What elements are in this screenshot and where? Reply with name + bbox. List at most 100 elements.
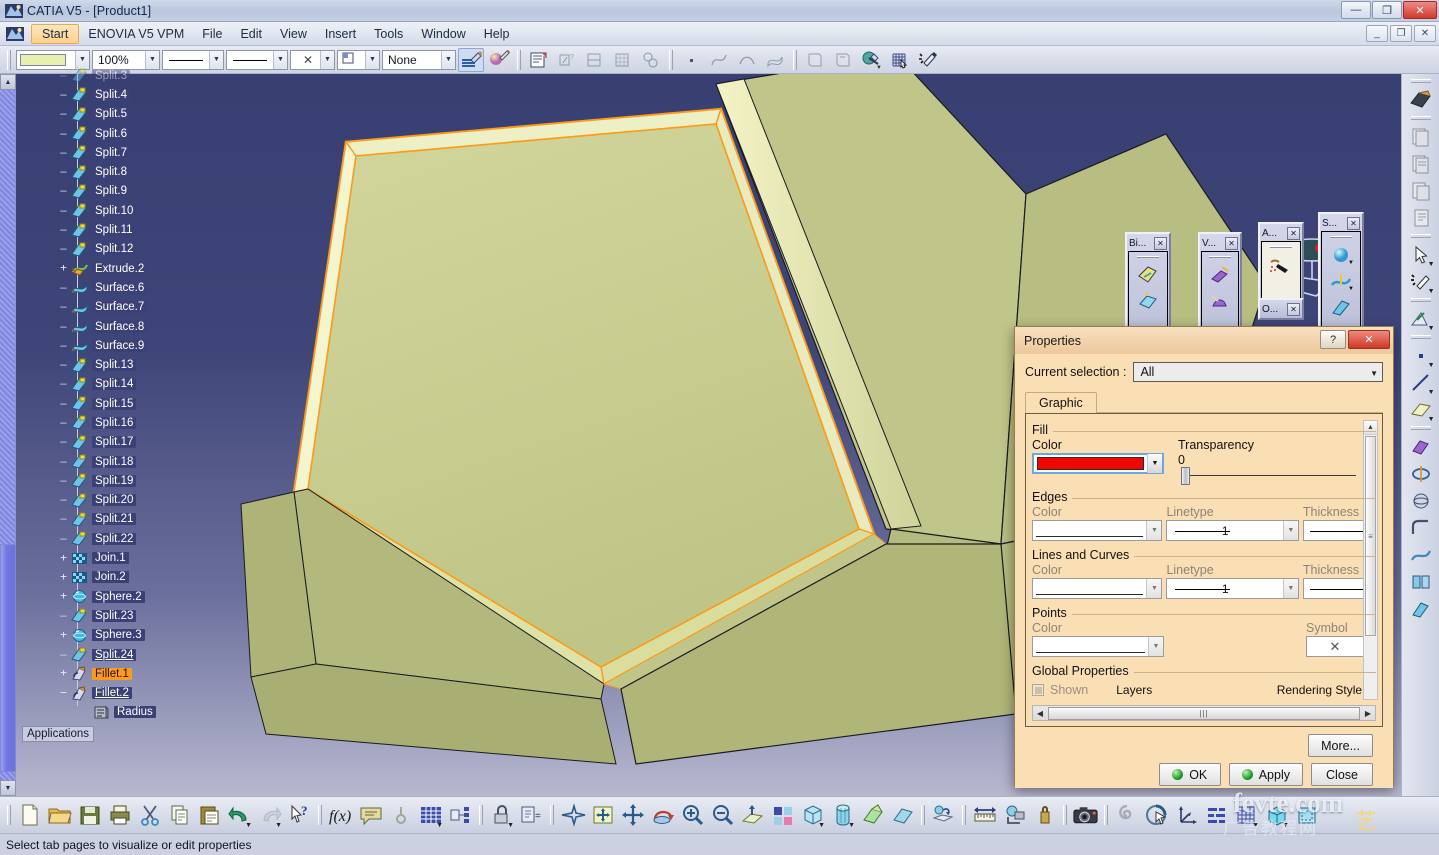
tree-node-split-6[interactable]: –Split.6	[44, 124, 229, 143]
toolbar-grip[interactable]	[921, 805, 925, 825]
rendering-style-icon[interactable]	[486, 48, 512, 72]
current-selection-dropdown[interactable]: All ▼	[1133, 362, 1383, 382]
mini-toolbar-header[interactable]: V... ✕	[1201, 235, 1239, 251]
tree-node-surface-6[interactable]: –Surface.6	[44, 278, 229, 297]
scrollbar-thumb[interactable]	[0, 544, 16, 772]
split-icon[interactable]	[1328, 295, 1354, 319]
tree-node-surface-9[interactable]: –Surface.9	[44, 336, 229, 355]
new-icon[interactable]	[15, 800, 44, 830]
tree-node-split-5[interactable]: –Split.5	[44, 105, 229, 124]
tree-expander-plus[interactable]: +	[58, 263, 69, 274]
multi-view-icon[interactable]	[768, 800, 797, 830]
sphere-icon[interactable]: ▼	[1328, 243, 1354, 267]
scroll-down-arrow[interactable]: ▼	[0, 780, 16, 796]
menu-item-edit[interactable]: Edit	[231, 24, 271, 44]
fly-icon[interactable]	[558, 800, 587, 830]
chevron-down-icon[interactable]: ▼	[876, 65, 882, 71]
transparency-slider[interactable]	[1178, 469, 1356, 483]
tree-node-split-7[interactable]: –Split.7	[44, 143, 229, 162]
tree-node-split-12[interactable]: –Split.12	[44, 240, 229, 259]
zoom-out-icon[interactable]	[708, 800, 737, 830]
tree-node-split-22[interactable]: –Split.22	[44, 529, 229, 548]
chevron-down-icon[interactable]: ▼	[1148, 637, 1163, 656]
thickness-combo[interactable]: ▼	[226, 50, 288, 70]
toolbar-grip[interactable]	[1411, 426, 1431, 430]
point-symbol-combo[interactable]: ✕ ▼	[290, 50, 335, 70]
chevron-down-icon[interactable]: ▼	[1146, 521, 1161, 540]
s-toolbar[interactable]: S... ✕ ▼ ▼	[1318, 212, 1364, 340]
save-icon[interactable]	[75, 800, 104, 830]
bounding-box-icon[interactable]	[1292, 800, 1321, 830]
measure-inertia-icon[interactable]	[610, 48, 636, 72]
points-symbol-dropdown[interactable]: ✕	[1306, 636, 1364, 657]
render-cylinder-icon[interactable]: ▼	[828, 800, 857, 830]
tree-node-split-24[interactable]: –Split.24	[44, 645, 229, 664]
tree-node-sphere-2[interactable]: +Sphere.2	[44, 587, 229, 606]
close-icon[interactable]: ✕	[1347, 217, 1360, 230]
chevron-down-icon[interactable]: ▼	[1428, 362, 1435, 369]
tree-node-join-1[interactable]: +Join.1	[44, 548, 229, 567]
render-style-combo[interactable]: ▼	[337, 50, 380, 70]
properties-dialog[interactable]: Properties ? ✕ Current selection : All ▼…	[1014, 326, 1394, 787]
grid-icon[interactable]	[886, 48, 912, 72]
tree-node-surface-7[interactable]: –Surface.7	[44, 298, 229, 317]
fold-icon[interactable]	[1405, 86, 1437, 113]
chevron-down-icon[interactable]: ▼	[1283, 521, 1298, 540]
line-icon[interactable]: ▼	[1405, 369, 1437, 396]
part-number-icon[interactable]: =	[517, 800, 546, 830]
scroll-up-arrow[interactable]: ▲	[0, 74, 16, 90]
panel-vertical-scrollbar[interactable]: ▲ ≡	[1363, 420, 1378, 700]
surface-icon[interactable]	[762, 48, 788, 72]
rotate-icon[interactable]	[648, 800, 677, 830]
scene-icon[interactable]	[802, 48, 828, 72]
menu-item-start[interactable]: Start	[31, 24, 79, 44]
measure-item-icon[interactable]	[1000, 800, 1029, 830]
a-toolbar[interactable]: A... ✕	[1258, 222, 1304, 302]
tree-expander-plus[interactable]: +	[58, 572, 69, 583]
chevron-down-icon[interactable]: ▼	[245, 822, 252, 829]
manipulation-icon[interactable]	[1142, 800, 1171, 830]
surface-icon[interactable]: ▼	[1328, 269, 1354, 293]
tree-node-split-21[interactable]: –Split.21	[44, 510, 229, 529]
toolbar-grip[interactable]	[1411, 234, 1431, 238]
simulation-icon[interactable]	[1112, 800, 1141, 830]
fit-all-in-icon[interactable]	[588, 800, 617, 830]
close-icon[interactable]: ✕	[1225, 237, 1238, 250]
chevron-down-icon[interactable]: ▼	[1348, 286, 1354, 292]
scrollbar-thumb[interactable]: |||	[1048, 707, 1360, 720]
chevron-down-icon[interactable]: ▼	[441, 51, 455, 69]
toolbar-grip[interactable]	[1104, 805, 1108, 825]
tree-node-join-2[interactable]: +Join.2	[44, 568, 229, 587]
toolbar-grip[interactable]	[1063, 805, 1067, 825]
panel-horizontal-scrollbar[interactable]: ◀ ||| ▶	[1032, 705, 1376, 721]
scrollbar-thumb[interactable]: ≡	[1365, 436, 1376, 636]
scroll-left-arrow[interactable]: ◀	[1033, 709, 1047, 718]
sweep-icon[interactable]	[1207, 263, 1233, 287]
pan-icon[interactable]	[618, 800, 647, 830]
paint-icon[interactable]: ▼	[858, 48, 884, 72]
tree-expander-plus[interactable]: +	[58, 630, 69, 641]
extrude-icon[interactable]	[1405, 433, 1437, 460]
shading-edges-icon[interactable]	[888, 800, 917, 830]
duplicate-icon[interactable]	[1405, 150, 1437, 177]
tree-node-split-23[interactable]: –Split.23	[44, 606, 229, 625]
toolbar-grip[interactable]	[1137, 256, 1159, 258]
menu-item-tools[interactable]: Tools	[365, 24, 412, 44]
fillet-icon[interactable]	[1405, 514, 1437, 541]
chevron-down-icon[interactable]: ▼	[1252, 822, 1259, 829]
shading-icon[interactable]	[858, 800, 887, 830]
chevron-down-icon[interactable]: ▼	[818, 822, 825, 829]
chevron-down-icon[interactable]: ▼	[1282, 822, 1289, 829]
dialog-close-button[interactable]: ✕	[1348, 330, 1390, 349]
shown-checkbox[interactable]	[1032, 684, 1044, 696]
whats-this-icon[interactable]: ?	[285, 800, 314, 830]
tree-node-split-15[interactable]: –Split.15	[44, 394, 229, 413]
sparkle-icon[interactable]	[914, 48, 940, 72]
chevron-down-icon[interactable]: ▼	[273, 51, 287, 69]
copy-paste-icon[interactable]	[1405, 123, 1437, 150]
open-icon[interactable]	[45, 800, 74, 830]
catalog-icon[interactable]	[638, 48, 664, 72]
publication-icon[interactable]	[446, 800, 475, 830]
tree-expander-minus[interactable]: −	[58, 688, 69, 699]
dialog-title-bar[interactable]: Properties ? ✕	[1015, 327, 1393, 354]
